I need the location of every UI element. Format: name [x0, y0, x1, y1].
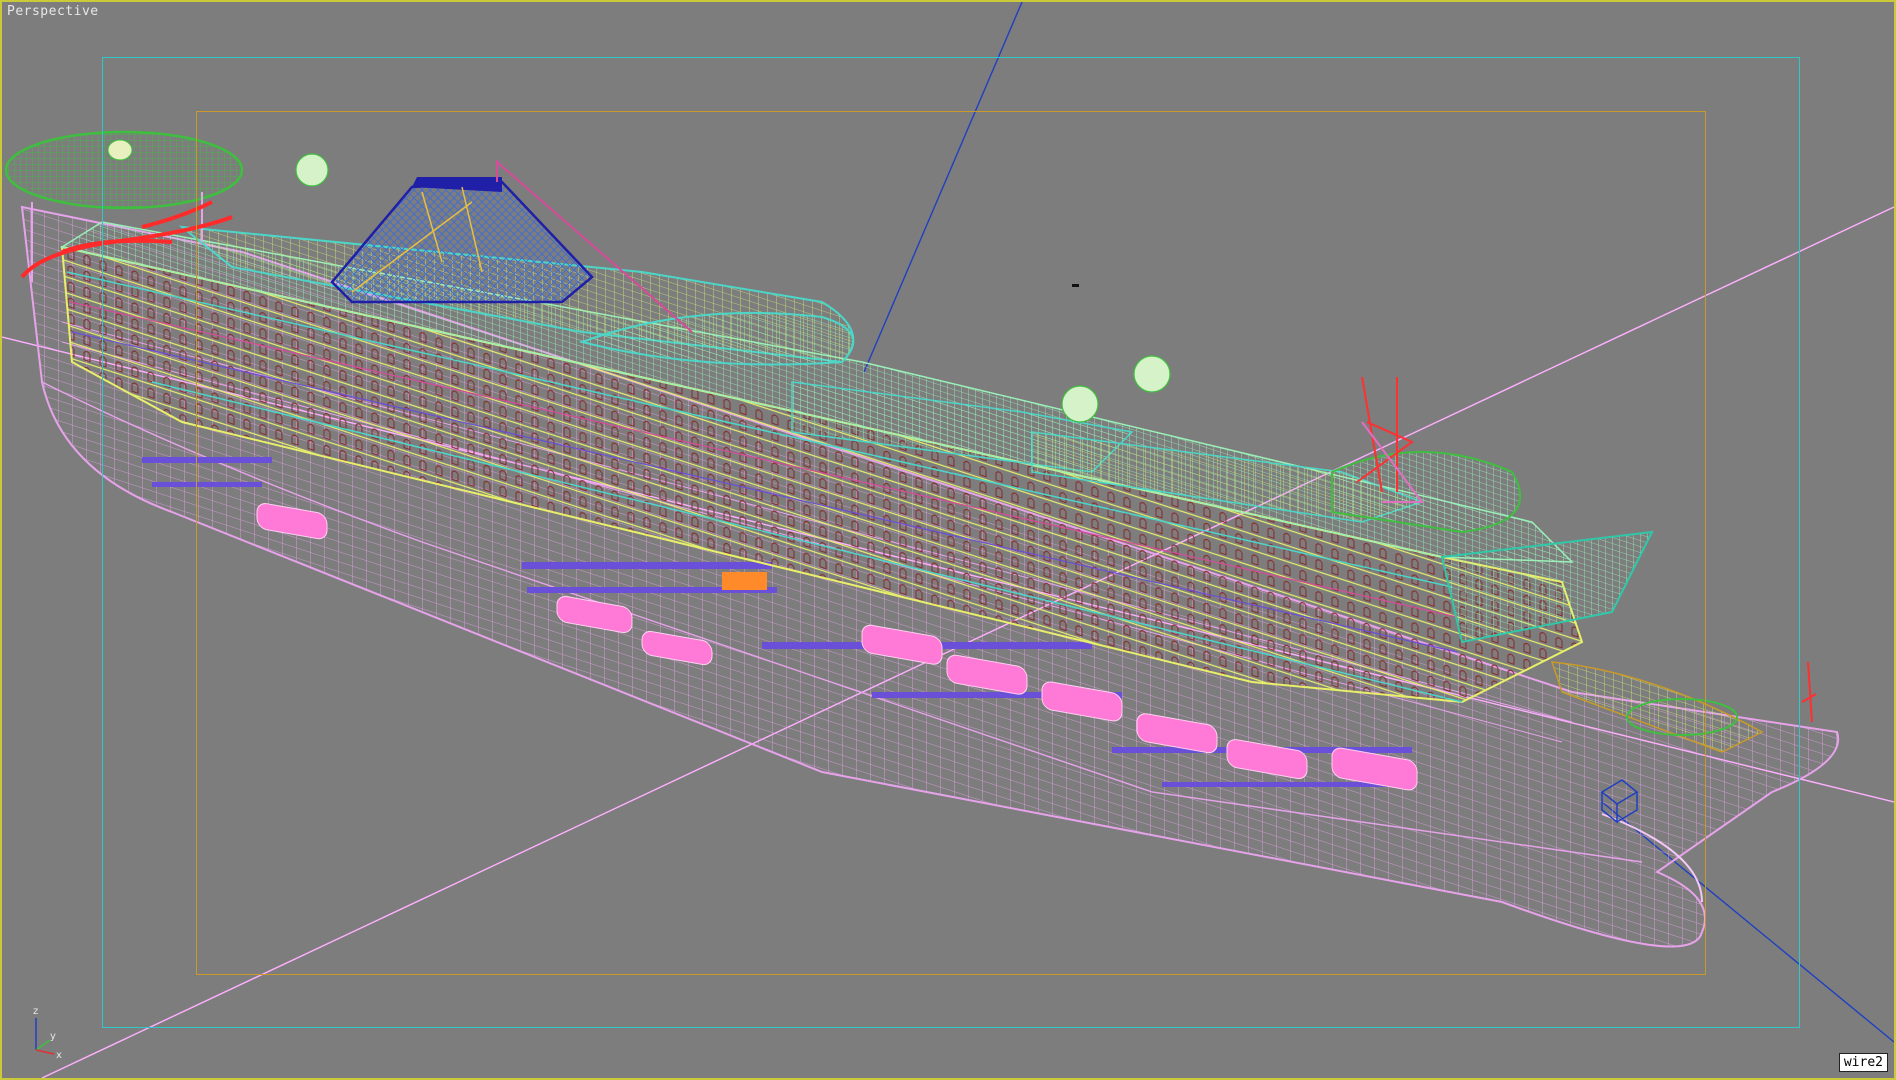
axis-x-label: x [56, 1050, 62, 1061]
bow-mast [1801, 661, 1817, 723]
safe-frame-inner [196, 111, 1706, 975]
axis-tripod-icon: z y x [33, 1006, 62, 1061]
axis-z-label: z [33, 1006, 38, 1017]
object-name-tag[interactable]: wire2 [1838, 1053, 1888, 1072]
axis-y-label: y [50, 1031, 56, 1042]
perspective-viewport[interactable]: Perspective z y x wire2 [0, 0, 1896, 1080]
